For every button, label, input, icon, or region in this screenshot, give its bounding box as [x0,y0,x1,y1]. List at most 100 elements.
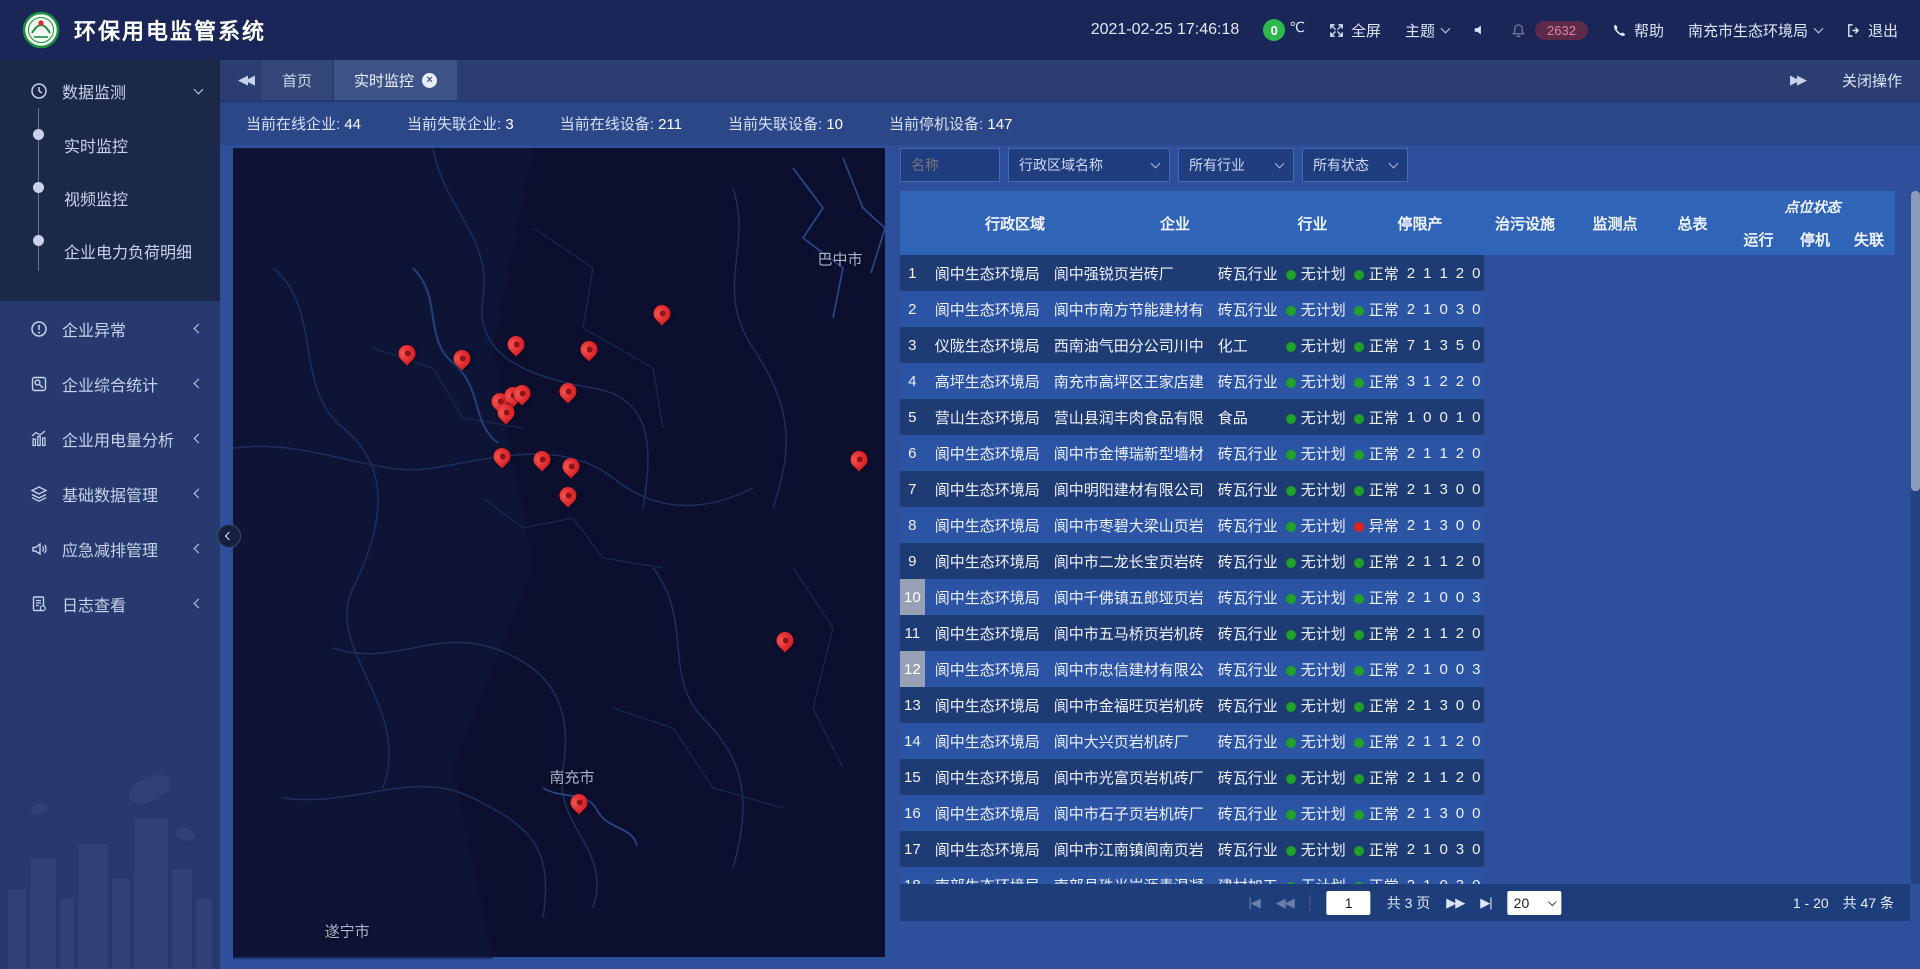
page-size-select[interactable]: 20 [1508,891,1562,915]
table-row[interactable]: 2阆中生态环境局阆中市南方节能建材有砖瓦行业无计划正常21030 [900,291,1484,327]
industry-filter-select[interactable]: 所有行业 [1178,148,1294,182]
sidebar: 数据监测实时监控视频监控企业电力负荷明细企业异常企业综合统计企业用电量分析基础数… [0,60,220,969]
chevron-left-icon [194,434,204,444]
cell-offline: 3 [1468,651,1484,687]
status-dot [1286,306,1296,316]
cell-company: 阆中市光富页岩机砖厂 [1044,759,1208,795]
volume-button[interactable] [1473,23,1487,37]
sidebar-item-数据监测[interactable]: 数据监测 [0,68,220,114]
cell-facility-status: 正常 [1350,831,1403,867]
cell-points: 3 [1403,363,1419,399]
help-button[interactable]: 帮助 [1612,20,1664,41]
scrollbar-thumb[interactable] [1911,191,1920,491]
total-pages-label: 共 3 页 [1387,893,1431,913]
logout-button[interactable]: 退出 [1846,20,1898,41]
table-row[interactable]: 9阆中生态环境局阆中市二龙长宝页岩砖砖瓦行业无计划正常21120 [900,543,1484,579]
cell-industry: 砖瓦行业 [1208,471,1282,507]
tab-实时监控[interactable]: 实时监控× [334,60,457,100]
cell-limit-status: 无计划 [1282,291,1350,327]
map-collapse-button[interactable] [217,524,241,548]
map-roads-decoration [233,148,885,959]
chevron-down-icon [1389,158,1399,168]
chevron-left-icon [194,544,204,554]
cell-facility-status: 正常 [1350,291,1403,327]
status-dot [1286,810,1296,820]
status-dot [1286,342,1296,352]
table-row[interactable]: 14阆中生态环境局阆中大兴页岩机砖厂砖瓦行业无计划正常21120 [900,723,1484,759]
cell-region: 高坪生态环境局 [925,363,1044,399]
status-dot [1286,666,1296,676]
cell-limit-status: 无计划 [1282,759,1350,795]
theme-dropdown[interactable]: 主题 [1405,20,1449,41]
table-row[interactable]: 10阆中生态环境局阆中千佛镇五郎垭页岩砖瓦行业无计划正常21003 [900,579,1484,615]
app-header: 环保用电监管系统 2021-02-25 17:46:18 0 ℃ 全屏 主题 2… [0,0,1920,60]
table-row[interactable]: 12阆中生态环境局阆中市忠信建材有限公砖瓦行业无计划正常21003 [900,651,1484,687]
table-row[interactable]: 8阆中生态环境局阆中市枣碧大梁山页岩砖瓦行业无计划异常21300 [900,507,1484,543]
close-operations-button[interactable]: 关闭操作 [1842,70,1902,91]
next-page-button[interactable]: ▶▶ [1446,895,1464,911]
status-dot [1354,414,1364,424]
cell-running: 3 [1435,687,1451,723]
status-dot [1286,486,1296,496]
col-stopped: 停机 [1787,223,1843,255]
table-row[interactable]: 5营山生态环境局营山县润丰肉食品有限食品无计划正常10010 [900,399,1484,435]
sidebar-item-企业用电量分析[interactable]: 企业用电量分析 [0,411,220,466]
table-scrollbar[interactable] [1911,191,1920,884]
status-filter-select[interactable]: 所有状态 [1302,148,1408,182]
table-row[interactable]: 3仪陇生态环境局西南油气田分公司川中化工无计划正常71350 [900,327,1484,363]
tabs-scroll-right-button[interactable]: ▶▶ [1780,72,1814,88]
table-row[interactable]: 17阆中生态环境局阆中市江南镇阆南页岩砖瓦行业无计划正常21030 [900,831,1484,867]
tab-close-icon[interactable]: × [422,73,437,88]
status-dot [1354,558,1364,568]
tab-首页[interactable]: 首页 [262,60,332,100]
cell-industry: 食品 [1208,399,1282,435]
notifications-button[interactable]: 2632 [1511,21,1588,40]
sidebar-item-企业异常[interactable]: 企业异常 [0,301,220,356]
status-dot [1354,774,1364,784]
cell-limit-status: 无计划 [1282,255,1350,291]
table-row[interactable]: 13阆中生态环境局阆中市金福旺页岩机砖砖瓦行业无计划正常21300 [900,687,1484,723]
sidebar-item-应急减排管理[interactable]: 应急减排管理 [0,521,220,576]
cell-region: 阆中生态环境局 [925,543,1044,579]
sidebar-item-日志查看[interactable]: 日志查看 [0,576,220,631]
cell-facility-status: 正常 [1350,795,1403,831]
sidebar-item-基础数据管理[interactable]: 基础数据管理 [0,466,220,521]
region-filter-select[interactable]: 行政区域名称 [1008,148,1170,182]
status-dot [1286,450,1296,460]
table-row[interactable]: 1阆中生态环境局阆中强锐页岩砖厂砖瓦行业无计划正常21120 [900,255,1484,291]
cell-region: 阆中生态环境局 [925,615,1044,651]
cell-meters: 1 [1419,615,1435,651]
fullscreen-button[interactable]: 全屏 [1329,20,1381,41]
cell-stopped: 2 [1452,759,1468,795]
map[interactable]: 巴中市南充市遂宁市 [233,148,885,957]
user-menu[interactable]: 南充市生态环境局 [1688,20,1822,41]
sidebar-subitem-视频监控[interactable]: 视频监控 [0,171,220,224]
cell-stopped: 5 [1452,327,1468,363]
page-number-input[interactable] [1327,891,1371,915]
status-dot [1354,810,1364,820]
cell-stopped: 2 [1452,543,1468,579]
first-page-button[interactable]: |◀ [1248,895,1259,911]
table-row[interactable]: 16阆中生态环境局阆中市石子页岩机砖厂砖瓦行业无计划正常21300 [900,795,1484,831]
table-row[interactable]: 15阆中生态环境局阆中市光富页岩机砖厂砖瓦行业无计划正常21120 [900,759,1484,795]
last-page-button[interactable]: ▶| [1480,895,1491,911]
sidebar-item-企业综合统计[interactable]: 企业综合统计 [0,356,220,411]
prev-page-button[interactable]: ◀◀ [1276,895,1294,911]
cell-stopped: 0 [1452,507,1468,543]
cell-offline: 0 [1468,507,1484,543]
table-row[interactable]: 4高坪生态环境局南充市高坪区王家店建砖瓦行业无计划正常31220 [900,363,1484,399]
table-row[interactable]: 11阆中生态环境局阆中市五马桥页岩机砖砖瓦行业无计划正常21120 [900,615,1484,651]
table-row[interactable]: 7阆中生态环境局阆中明阳建材有限公司砖瓦行业无计划正常21300 [900,471,1484,507]
col-index [900,191,940,255]
cell-stopped: 2 [1452,435,1468,471]
name-filter-input[interactable] [900,148,1000,182]
table-row[interactable]: 6阆中生态环境局阆中市金博瑞新型墙材砖瓦行业无计划正常21120 [900,435,1484,471]
sidebar-subitem-实时监控[interactable]: 实时监控 [0,118,220,171]
sidebar-subitem-企业电力负荷明细[interactable]: 企业电力负荷明细 [0,224,220,277]
tabs-scroll-left-button[interactable]: ◀◀ [228,72,262,88]
phone-icon [1612,23,1627,38]
cell-region: 营山生态环境局 [925,399,1044,435]
cell-meters: 1 [1419,723,1435,759]
cell-points: 2 [1403,759,1419,795]
table-row[interactable]: 18南部生态环境局南部县珠光岩沥青混凝建材加工无计划正常21030 [900,867,1484,884]
